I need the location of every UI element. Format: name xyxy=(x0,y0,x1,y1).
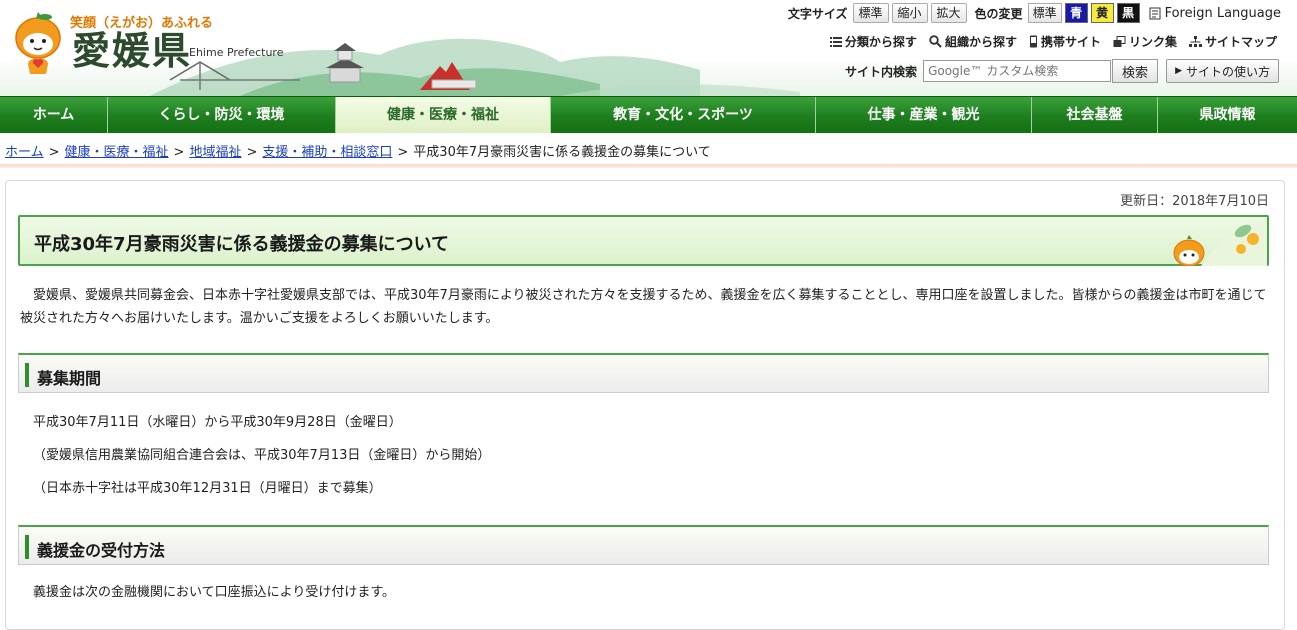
breadcrumb-current: 平成30年7月豪雨災害に係る義援金の募集について xyxy=(413,145,711,160)
method-text: 義援金は次の金融機関において口座振込により受け付けます。 xyxy=(33,585,396,600)
page-title-box: 平成30年7月豪雨災害に係る義援金の募集について xyxy=(18,215,1269,266)
nav-home[interactable]: ホーム xyxy=(0,97,108,133)
global-navigation: ホーム くらし・防災・環境 健康・医療・福祉 教育・文化・スポーツ 仕事・産業・… xyxy=(0,96,1297,133)
nav-health-medical-welfare[interactable]: 健康・医療・福祉 xyxy=(336,97,551,133)
sitemap-label: サイトマップ xyxy=(1204,35,1277,49)
color-change-label: 色の変更 xyxy=(974,6,1023,21)
nav-life-disaster-environment[interactable]: くらし・防災・環境 xyxy=(108,97,336,133)
organization-search-label: 組織から探す xyxy=(944,35,1017,49)
link-collection-label: リンク集 xyxy=(1128,35,1177,49)
section-heading-period: 募集期間 xyxy=(18,353,1269,393)
mikyan-mascot-logo[interactable] xyxy=(12,8,64,76)
nav-work-industry-tourism[interactable]: 仕事・産業・観光 xyxy=(816,97,1032,133)
color-black-button[interactable]: 黒 xyxy=(1116,3,1140,23)
utility-links: 分類から探す 組織から探す 携帯サイト リンク集 サイトマップ xyxy=(818,33,1277,50)
color-standard-button[interactable]: 標準 xyxy=(1027,3,1062,23)
font-size-larger-button[interactable]: 拡大 xyxy=(930,3,967,23)
magnifier-icon xyxy=(929,35,942,48)
mobile-site-label: 携帯サイト xyxy=(1040,35,1101,49)
breadcrumb-support-link[interactable]: 支援・補助・相談窓口 xyxy=(262,145,392,160)
site-usage-button[interactable]: ▶ サイトの使い方 xyxy=(1166,59,1279,83)
site-usage-label: サイトの使い方 xyxy=(1185,64,1270,79)
breadcrumb-regional-welfare-link[interactable]: 地域福祉 xyxy=(189,145,241,160)
period-note-ja-bank: （愛媛県信用農業協同組合連合会は、平成30年7月13日（金曜日）から開始） xyxy=(33,448,491,463)
period-text: 平成30年7月11日（水曜日）から平成30年9月28日（金曜日） xyxy=(33,415,402,430)
breadcrumb-separator: > xyxy=(173,145,185,160)
updated-date: 更新日：2018年7月10日 xyxy=(1120,194,1269,209)
page-title: 平成30年7月豪雨災害に係る義援金の募集について xyxy=(34,234,450,255)
site-header: 笑顔（えがお）あふれる 愛媛県 Ehime Prefecture 文字サイズ 標… xyxy=(0,0,1297,96)
color-yellow-button[interactable]: 黄 xyxy=(1090,3,1114,23)
category-search-label: 分類から探す xyxy=(844,35,917,49)
section-heading-text: 募集期間 xyxy=(37,369,102,388)
period-note-red-cross: （日本赤十字社は平成30年12月31日（月曜日）まで募集） xyxy=(33,481,382,496)
site-name[interactable]: 愛媛県 xyxy=(72,30,192,72)
font-size-label: 文字サイズ xyxy=(787,6,848,21)
document-icon xyxy=(1149,7,1161,19)
breadcrumb-divider xyxy=(0,164,1297,168)
breadcrumb-separator: > xyxy=(397,145,409,160)
mobile-site-link[interactable]: 携帯サイト xyxy=(1029,33,1101,50)
color-blue-button[interactable]: 青 xyxy=(1064,3,1088,23)
link-collection-link[interactable]: リンク集 xyxy=(1113,33,1177,50)
heading-accent-bar xyxy=(25,535,29,559)
nav-prefectural-info[interactable]: 県政情報 xyxy=(1158,97,1297,133)
search-button[interactable]: 検索 xyxy=(1112,59,1159,83)
site-search-label: サイト内検索 xyxy=(845,64,918,79)
breadcrumb-separator: > xyxy=(48,145,60,160)
sitemap-link[interactable]: サイトマップ xyxy=(1188,33,1277,50)
category-search-link[interactable]: 分類から探す xyxy=(829,33,917,50)
breadcrumb-health-link[interactable]: 健康・医療・福祉 xyxy=(65,145,169,160)
heading-accent-bar xyxy=(25,363,29,387)
site-search-input[interactable] xyxy=(923,60,1112,82)
list-icon xyxy=(829,36,842,47)
font-size-standard-button[interactable]: 標準 xyxy=(852,3,889,23)
accessibility-toolbar: 文字サイズ 標準 縮小 拡大 色の変更 標準 青 黄 黒 Foreign Lan… xyxy=(788,3,1281,23)
section-heading-method: 義援金の受付方法 xyxy=(18,525,1269,565)
mikyan-decoration-icon xyxy=(1173,217,1267,266)
breadcrumb: ホーム > 健康・医療・福祉 > 地域福祉 > 支援・補助・相談窓口 > 平成30年7月豪雨災害… xyxy=(5,141,711,160)
foreign-language-link[interactable]: Foreign Language xyxy=(1149,6,1281,21)
sitemap-icon xyxy=(1188,35,1202,47)
breadcrumb-home-link[interactable]: ホーム xyxy=(5,145,44,160)
lead-paragraph: 愛媛県、愛媛県共同募金会、日本赤十字社愛媛県支部では、平成30年7月豪雨により被… xyxy=(20,288,1267,326)
nav-infrastructure[interactable]: 社会基盤 xyxy=(1032,97,1158,133)
site-name-english: Ehime Prefecture xyxy=(189,46,284,59)
mobile-phone-icon xyxy=(1029,35,1037,48)
site-search: サイト内検索 検索 ▶ サイトの使い方 xyxy=(845,59,1279,83)
section-heading-text: 義援金の受付方法 xyxy=(37,541,166,560)
foreign-language-label: Foreign Language xyxy=(1164,5,1281,21)
font-size-smaller-button[interactable]: 縮小 xyxy=(891,3,928,23)
link-window-icon xyxy=(1113,35,1126,47)
breadcrumb-separator: > xyxy=(246,145,258,160)
nav-education-culture-sports[interactable]: 教育・文化・スポーツ xyxy=(551,97,816,133)
triangle-right-icon: ▶ xyxy=(1175,66,1182,76)
organization-search-link[interactable]: 組織から探す xyxy=(929,33,1017,50)
